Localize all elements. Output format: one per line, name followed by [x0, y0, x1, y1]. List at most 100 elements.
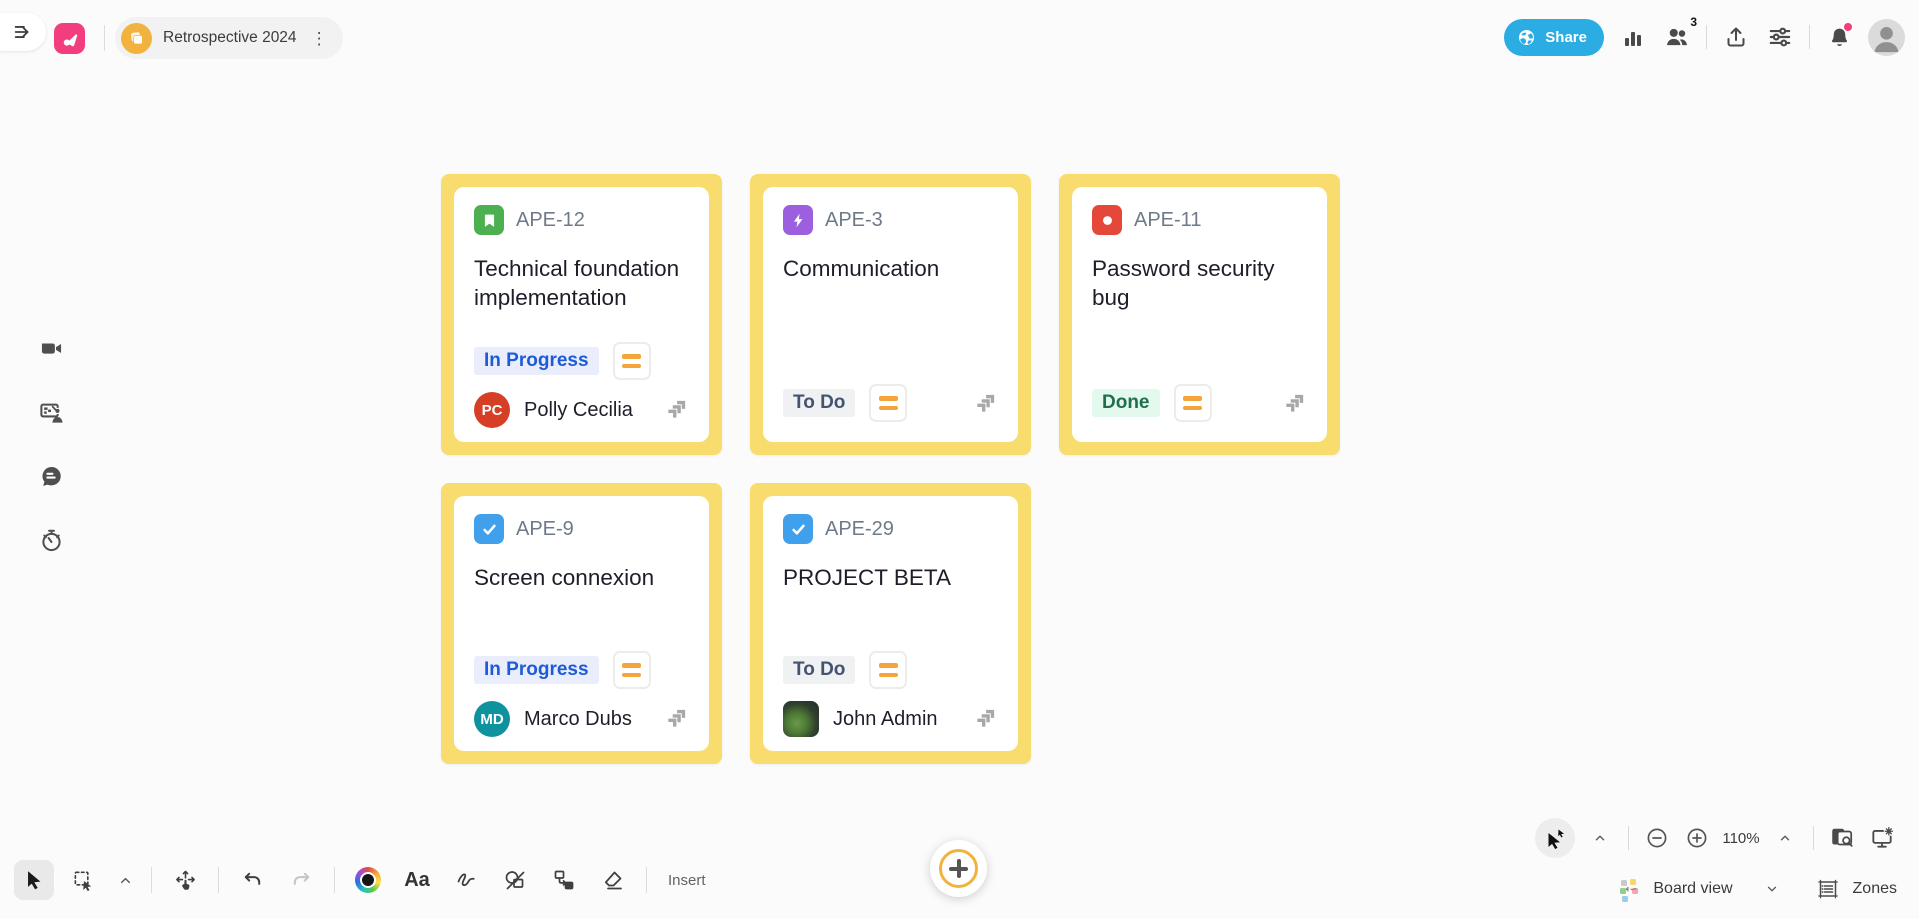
issue-type-bolt-icon [783, 205, 813, 235]
card-inner: APE-29PROJECT BETATo DoJohn Admin [763, 496, 1018, 751]
undo-button[interactable] [232, 860, 272, 900]
issue-key: APE-12 [516, 209, 585, 232]
status-row: In Progress [474, 342, 651, 380]
display-settings-icon[interactable] [1867, 823, 1897, 853]
jira-card-ape-29[interactable]: APE-29PROJECT BETATo DoJohn Admin [750, 483, 1031, 764]
share-label: Share [1545, 29, 1587, 46]
eraser-tool[interactable] [593, 860, 633, 900]
jira-link-icon[interactable] [1282, 389, 1309, 416]
priority-medium-icon[interactable] [869, 651, 907, 689]
zoom-divider [1813, 826, 1814, 850]
toolbar-divider [334, 867, 335, 893]
bottom-toolbar: Aa In [14, 858, 706, 902]
marquee-select-tool[interactable] [63, 860, 103, 900]
issue-title: Screen connexion [474, 564, 689, 593]
redo-button[interactable] [281, 860, 321, 900]
notifications-bell-icon[interactable] [1824, 22, 1854, 52]
horn-logo-icon [59, 28, 81, 50]
assignee-row: John Admin [783, 701, 938, 737]
status-badge: In Progress [474, 347, 599, 375]
sidebar-toggle-button[interactable] [0, 13, 46, 51]
card-header: APE-12 [474, 205, 689, 235]
header-actions: Share 3 [1504, 18, 1905, 56]
jira-link-icon[interactable] [973, 704, 1000, 731]
board-menu-button[interactable]: ⋮ [308, 30, 331, 47]
presentation-icon[interactable] [37, 398, 65, 426]
zoom-out-button[interactable] [1642, 823, 1672, 853]
issue-type-story-icon [474, 205, 504, 235]
issue-title: Communication [783, 255, 998, 284]
status-badge: Done [1092, 389, 1160, 417]
whiteboard-canvas[interactable]: Retrospective 2024 ⋮ Share [0, 0, 1919, 919]
issue-key: APE-3 [825, 209, 883, 232]
zoom-in-button[interactable] [1682, 823, 1712, 853]
header-divider [1706, 25, 1707, 49]
toolbar-divider [646, 867, 647, 893]
timer-icon[interactable] [37, 526, 65, 554]
assignee-name: Polly Cecilia [524, 399, 633, 422]
zones-button[interactable]: Zones [1853, 880, 1897, 898]
stats-icon[interactable] [1618, 22, 1648, 52]
card-header: APE-9 [474, 514, 689, 544]
issue-key: APE-11 [1134, 209, 1201, 232]
zoom-expand-chevron[interactable] [1770, 823, 1800, 853]
header-divider [104, 25, 105, 51]
assignee-avatar-photo [783, 701, 819, 737]
priority-medium-icon[interactable] [1174, 384, 1212, 422]
jira-card-ape-3[interactable]: APE-3 Communication To Do [750, 174, 1031, 455]
assignee-row: MDMarco Dubs [474, 701, 632, 737]
jira-card-ape-11[interactable]: APE-11Password security bugDone [1059, 174, 1340, 455]
app-logo[interactable] [54, 23, 85, 54]
insert-button[interactable]: Insert [668, 872, 706, 889]
jira-link-icon[interactable] [973, 389, 1000, 416]
pan-tool[interactable] [165, 860, 205, 900]
toolbar-divider [218, 867, 219, 893]
zoom-level[interactable]: 110% [1722, 830, 1760, 847]
notification-dot [1844, 23, 1852, 31]
select-tool[interactable] [14, 860, 54, 900]
share-button[interactable]: Share [1504, 19, 1604, 56]
view-bar: Board view Zones [1619, 871, 1897, 907]
comments-icon[interactable] [37, 462, 65, 490]
video-call-icon[interactable] [37, 334, 65, 362]
shapes-tool[interactable] [495, 860, 535, 900]
priority-medium-icon[interactable] [613, 342, 651, 380]
board-view-chevron[interactable] [1757, 874, 1787, 904]
board-title: Retrospective 2024 [163, 29, 297, 47]
participants-icon[interactable]: 3 [1662, 22, 1692, 52]
plus-icon [939, 849, 978, 888]
user-avatar[interactable] [1868, 19, 1905, 56]
priority-medium-icon[interactable] [869, 384, 907, 422]
overview-search-icon[interactable] [1827, 823, 1857, 853]
board-view-icon [1619, 877, 1643, 901]
jira-card-ape-9[interactable]: APE-9 Screen connexion In Progress MDMarco … [441, 483, 722, 764]
jira-card-ape-12[interactable]: APE-12Technical foundation implementatio… [441, 174, 722, 455]
cursors-toggle-button[interactable] [1535, 818, 1575, 858]
draw-tool[interactable] [446, 860, 486, 900]
connector-tool[interactable] [544, 860, 584, 900]
text-tool[interactable]: Aa [397, 860, 437, 900]
add-element-button[interactable] [930, 840, 987, 897]
export-icon[interactable] [1721, 22, 1751, 52]
issue-type-task-icon [783, 514, 813, 544]
board-view-selector[interactable]: Board view [1653, 880, 1732, 898]
card-inner: APE-11Password security bugDone [1072, 187, 1327, 442]
card-header: APE-11 [1092, 205, 1307, 235]
globe-icon [1516, 27, 1537, 48]
priority-medium-icon[interactable] [613, 651, 651, 689]
tool-expand-chevron[interactable] [112, 860, 138, 900]
card-inner: APE-9 Screen connexion In Progress MDMarco … [454, 496, 709, 751]
settings-sliders-icon[interactable] [1765, 22, 1795, 52]
cursors-expand-chevron[interactable] [1585, 823, 1615, 853]
assignee-row: PCPolly Cecilia [474, 392, 633, 428]
status-badge: To Do [783, 389, 855, 417]
card-inner: APE-12Technical foundation implementatio… [454, 187, 709, 442]
jira-link-icon[interactable] [664, 395, 691, 422]
status-row: To Do [783, 384, 907, 422]
board-title-pill[interactable]: Retrospective 2024 ⋮ [115, 17, 343, 59]
color-picker-tool[interactable] [348, 860, 388, 900]
toolbar-divider [151, 867, 152, 893]
jira-link-icon[interactable] [664, 704, 691, 731]
status-badge: In Progress [474, 656, 599, 684]
card-header: APE-3 [783, 205, 998, 235]
